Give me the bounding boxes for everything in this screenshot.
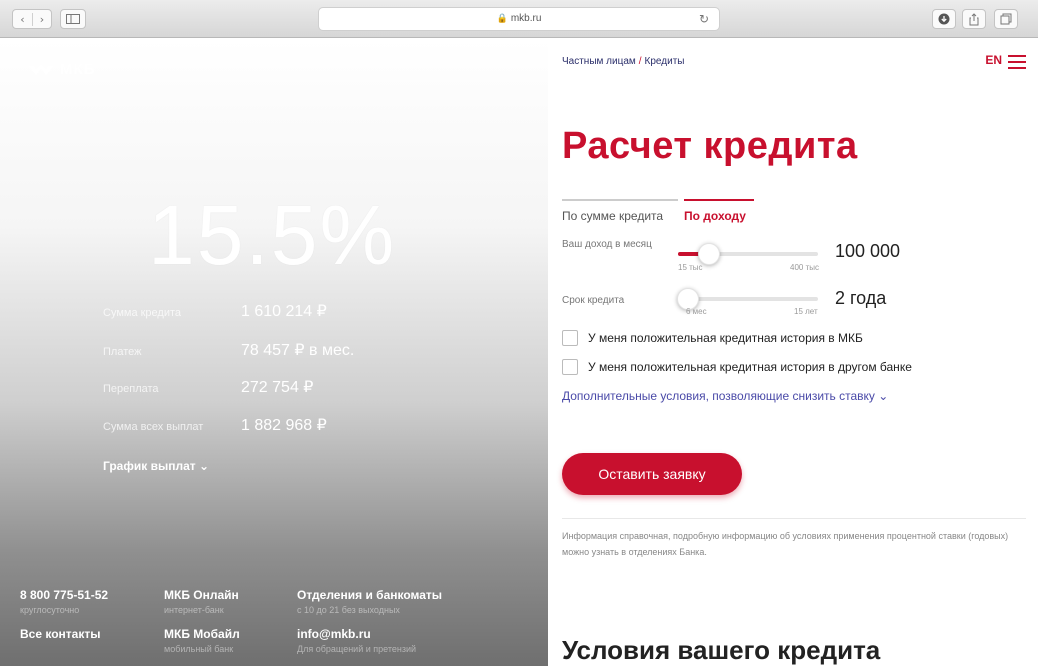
menu-icon[interactable] [1008, 55, 1026, 69]
footer-contacts[interactable]: Все контакты [20, 627, 100, 641]
logo[interactable]: МКБ [28, 61, 95, 78]
income-slider-handle[interactable] [697, 243, 720, 265]
tabs-overview-icon[interactable] [994, 9, 1018, 29]
forward-icon[interactable]: › [31, 12, 51, 26]
footer-phone[interactable]: 8 800 775-51-52 круглосуточно [20, 588, 108, 615]
summary-row: Переплата 272 754 ₽ [103, 377, 313, 397]
summary-label: Платеж [103, 346, 142, 358]
summary-label: Сумма кредита [103, 307, 182, 319]
checkbox-square[interactable] [562, 359, 578, 375]
footer-mobile-note: мобильный банк [164, 644, 234, 654]
breadcrumb-private[interactable]: Частным лицам [562, 56, 636, 67]
sidebar-toggle-icon[interactable] [60, 9, 86, 29]
term-label: Срок кредита [562, 295, 625, 306]
footer-online-note: интернет-банк [164, 605, 224, 615]
language-switch[interactable]: EN [985, 53, 1002, 67]
address-bar[interactable]: 🔒 mkb.ru ↻ [318, 7, 720, 31]
tab-by-income[interactable]: По доходу [684, 199, 754, 223]
share-icon[interactable] [962, 9, 986, 29]
downloads-icon[interactable] [932, 9, 956, 29]
footer-contacts-title: Все контакты [20, 627, 101, 641]
breadcrumb-credits[interactable]: Кредиты [645, 56, 685, 67]
footer-branches-note: с 10 до 21 без выходных [297, 605, 400, 615]
logo-text: МКБ [60, 61, 96, 78]
summary-row: Сумма кредита 1 610 214 ₽ [103, 301, 327, 321]
term-slider[interactable] [678, 297, 818, 301]
lock-icon: 🔒 [496, 14, 508, 24]
reload-icon[interactable]: ↻ [699, 12, 709, 26]
summary-panel: МКБ 15.5% Сумма кредита 1 610 214 ₽ Плат… [0, 39, 548, 666]
summary-value: 1 610 214 ₽ [241, 303, 327, 320]
footer-phone-number: 8 800 775-51-52 [20, 588, 109, 602]
footer-email-address: info@mkb.ru [297, 627, 371, 641]
interest-rate: 15.5% [148, 188, 397, 282]
breadcrumb: Частным лицам / Кредиты [562, 56, 684, 67]
summary-value: 1 882 968 ₽ [241, 417, 327, 434]
term-value: 2 года [835, 288, 887, 308]
checkbox-square[interactable] [562, 330, 578, 346]
checkbox-label: У меня положительная кредитная история в… [588, 331, 863, 345]
footer-mobile-bank[interactable]: МКБ Мобайл мобильный банк [164, 627, 240, 654]
footer-branches[interactable]: Отделения и банкоматы с 10 до 21 без вых… [297, 588, 442, 615]
summary-label: Сумма всех выплат [103, 421, 204, 433]
calculator-panel: Частным лицам / Кредиты EN Расчет кредита … [548, 39, 1038, 666]
summary-value: 78 457 ₽ в мес. [241, 342, 355, 359]
summary-row: Сумма всех выплат 1 882 968 ₽ [103, 415, 327, 435]
divider [562, 518, 1026, 519]
term-min-label: 6 мес [686, 307, 707, 316]
page-title: Расчет кредита [562, 125, 858, 167]
footer-phone-note: круглосуточно [20, 605, 80, 615]
income-max-label: 400 тыс [790, 263, 819, 272]
conditions-heading: Условия вашего кредита [562, 635, 881, 665]
footer-online-bank[interactable]: МКБ Онлайн интернет-банк [164, 588, 239, 615]
footer-online-title: МКБ Онлайн [164, 588, 239, 602]
income-min-label: 15 тыс [678, 263, 703, 272]
url-text: mkb.ru [510, 13, 542, 24]
footer-branches-title: Отделения и банкоматы [297, 588, 443, 602]
tab-by-amount[interactable]: По сумме кредита [562, 199, 678, 223]
footer-email[interactable]: info@mkb.ru Для обращений и претензий [297, 627, 416, 654]
checkbox-mkb-history[interactable]: У меня положительная кредитная история в… [562, 330, 863, 346]
apply-button[interactable]: Оставить заявку [562, 453, 742, 495]
summary-row: Платеж 78 457 ₽ в мес. [103, 340, 354, 360]
browser-nav-buttons: ‹ › [12, 9, 52, 29]
checkbox-label: У меня положительная кредитная история в… [588, 360, 912, 374]
disclaimer-note: Информация справочная, подробную информа… [562, 531, 1009, 557]
calc-tabs: По сумме кредита По доходу [562, 199, 760, 223]
checkbox-other-bank-history[interactable]: У меня положительная кредитная история в… [562, 359, 912, 375]
footer-email-note: Для обращений и претензий [297, 644, 417, 654]
term-max-label: 15 лет [794, 307, 818, 316]
footer-mobile-title: МКБ Мобайл [164, 627, 240, 641]
more-conditions-link[interactable]: Дополнительные условия, позволяющие сниз… [562, 389, 888, 403]
logo-icon [28, 63, 54, 75]
payment-schedule-link[interactable]: График выплат ⌄ [103, 459, 209, 473]
income-value: 100 000 [835, 241, 901, 261]
income-label: Ваш доход в месяц [562, 239, 652, 250]
browser-toolbar: ‹ › 🔒 mkb.ru ↻ [0, 0, 1038, 38]
summary-value: 272 754 ₽ [241, 379, 314, 396]
back-icon[interactable]: ‹ [13, 13, 32, 26]
breadcrumb-separator: / [638, 56, 642, 67]
summary-label: Переплата [103, 383, 159, 395]
